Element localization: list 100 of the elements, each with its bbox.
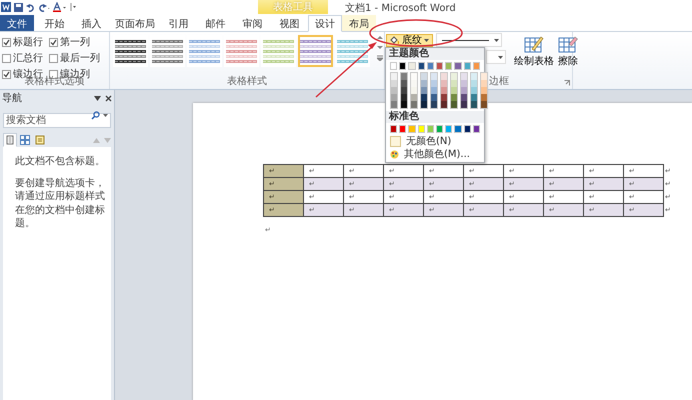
color-swatch[interactable] (401, 94, 407, 101)
color-swatch[interactable] (481, 101, 487, 108)
dialog-launcher-icon[interactable] (564, 80, 570, 86)
table-style-thumbnail[interactable] (298, 35, 333, 67)
color-swatch[interactable] (431, 80, 437, 87)
color-swatch[interactable] (399, 125, 406, 133)
color-swatch[interactable] (451, 80, 457, 87)
ribbon-button[interactable]: 绘制表格 (513, 35, 555, 68)
gallery-up-icon[interactable] (377, 35, 383, 40)
color-swatch[interactable] (418, 125, 425, 133)
color-swatch[interactable] (471, 73, 477, 80)
pane-menu-icon[interactable] (94, 96, 101, 100)
color-swatch[interactable] (481, 94, 487, 101)
pen-style-dropdown[interactable] (436, 33, 502, 47)
color-swatch[interactable] (421, 87, 427, 94)
color-swatch[interactable] (408, 125, 416, 133)
checkbox-option[interactable]: 第一列 (49, 35, 109, 49)
color-swatch[interactable] (399, 62, 406, 70)
color-swatch[interactable] (481, 87, 487, 94)
undo-icon[interactable] (26, 2, 35, 12)
color-swatch[interactable] (418, 62, 425, 70)
color-swatch[interactable] (461, 94, 467, 101)
ribbon-tab[interactable]: 邮件 (197, 15, 234, 31)
color-swatch[interactable] (431, 87, 437, 94)
color-swatch[interactable] (421, 73, 427, 80)
color-swatch[interactable] (471, 80, 477, 87)
color-swatch[interactable] (436, 62, 444, 70)
color-swatch[interactable] (471, 87, 477, 94)
color-swatch[interactable] (461, 87, 467, 94)
ribbon-tab[interactable]: 布局 (342, 15, 376, 31)
color-swatch[interactable] (481, 80, 487, 87)
ribbon-tab[interactable]: 开始 (36, 15, 73, 31)
color-swatch[interactable] (401, 101, 407, 108)
shading-button[interactable]: 底纹 (386, 34, 433, 46)
caret-icon[interactable] (103, 114, 108, 118)
color-swatch[interactable] (464, 62, 471, 70)
menu-item[interactable]: 无颜色(N) (406, 135, 452, 148)
color-swatch[interactable] (401, 73, 407, 80)
checkbox-option[interactable]: 标题行 (2, 35, 49, 49)
view-tab[interactable] (3, 133, 17, 147)
save-icon[interactable] (14, 2, 23, 12)
color-swatch[interactable] (391, 73, 397, 80)
color-swatch[interactable] (421, 80, 427, 87)
view-tab[interactable] (18, 133, 32, 147)
color-swatch[interactable] (401, 87, 407, 94)
color-swatch[interactable] (411, 87, 417, 94)
color-swatch[interactable] (411, 101, 417, 108)
color-swatch[interactable] (391, 101, 397, 108)
ribbon-tab[interactable]: 页面布局 (110, 15, 160, 31)
view-tab[interactable] (33, 133, 47, 147)
color-swatch[interactable] (445, 62, 452, 70)
color-swatch[interactable] (411, 73, 417, 80)
color-swatch[interactable] (472, 62, 480, 70)
color-swatch[interactable] (451, 87, 457, 94)
color-swatch[interactable] (426, 125, 434, 133)
next-icon[interactable] (104, 138, 111, 142)
color-swatch[interactable] (391, 87, 397, 94)
color-swatch[interactable] (408, 62, 416, 70)
color-swatch[interactable] (451, 73, 457, 80)
color-swatch[interactable] (431, 73, 437, 80)
color-swatch[interactable] (441, 87, 447, 94)
color-swatch[interactable] (390, 125, 398, 133)
previous-icon[interactable] (93, 138, 100, 142)
color-swatch[interactable] (471, 101, 477, 108)
color-swatch[interactable] (454, 62, 462, 70)
color-swatch[interactable] (421, 101, 427, 108)
checkbox-option[interactable]: 汇总行 (2, 51, 49, 65)
ribbon-tab[interactable]: 引用 (160, 15, 197, 31)
color-swatch[interactable] (461, 101, 467, 108)
color-swatch[interactable] (421, 94, 427, 101)
color-swatch[interactable] (391, 80, 397, 87)
search-icon[interactable] (91, 111, 100, 120)
color-swatch[interactable] (471, 94, 477, 101)
color-swatch[interactable] (431, 94, 437, 101)
font-color-icon[interactable] (53, 2, 67, 12)
color-swatch[interactable] (441, 73, 447, 80)
gallery-down-icon[interactable] (377, 45, 383, 50)
color-swatch[interactable] (451, 101, 457, 108)
close-icon[interactable] (105, 94, 112, 102)
color-swatch[interactable] (461, 80, 467, 87)
color-swatch[interactable] (431, 101, 437, 108)
color-swatch[interactable] (451, 94, 457, 101)
color-swatch[interactable] (481, 73, 487, 80)
color-swatch[interactable] (391, 94, 397, 101)
color-swatch[interactable] (445, 125, 452, 133)
color-swatch[interactable] (411, 94, 417, 101)
color-swatch[interactable] (426, 62, 434, 70)
color-swatch[interactable] (464, 125, 471, 133)
menu-item[interactable]: 其他颜色(M)... (404, 148, 470, 161)
color-swatch[interactable] (436, 125, 444, 133)
ribbon-button[interactable]: 擦除 (557, 35, 579, 68)
pen-weight-dropdown[interactable] (486, 50, 506, 64)
color-swatch[interactable] (441, 94, 447, 101)
customize-toolbar-icon[interactable] (70, 2, 77, 12)
color-swatch[interactable] (411, 80, 417, 87)
color-swatch[interactable] (441, 101, 447, 108)
ribbon-tab[interactable]: 视图 (271, 15, 308, 31)
file-tab[interactable]: 文件 (0, 15, 34, 31)
ribbon-tab[interactable]: 设计 (308, 15, 342, 32)
color-swatch[interactable] (441, 80, 447, 87)
